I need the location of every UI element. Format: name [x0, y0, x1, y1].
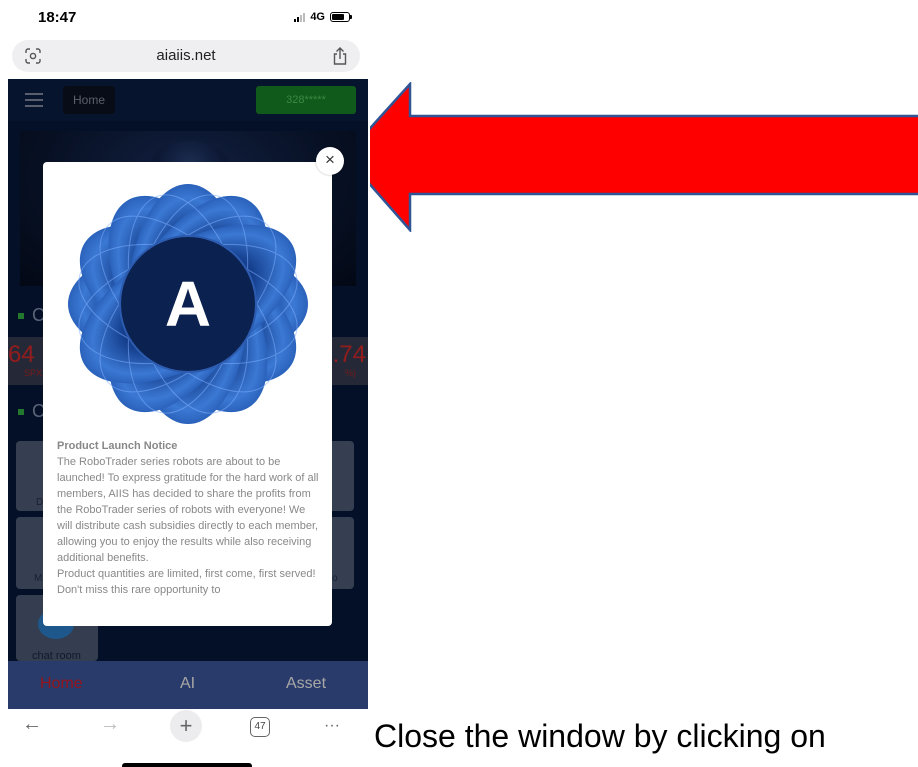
more-icon[interactable]: ··· [324, 717, 340, 735]
modal-body: Product Launch Notice The RoboTrader ser… [57, 438, 319, 598]
signal-icon [294, 12, 306, 22]
browser-toolbar: ← → + 47 ··· [0, 709, 368, 747]
phone-screen: 18:47 4G aiaiis.net Home 328***** C 64 S… [0, 0, 368, 767]
status-bar: 18:47 4G [0, 0, 368, 36]
logo-letter: A [165, 268, 211, 340]
share-icon[interactable] [332, 47, 348, 65]
home-indicator [122, 763, 252, 767]
url-domain[interactable]: aiaiis.net [12, 47, 360, 64]
new-tab-icon[interactable]: + [170, 710, 202, 742]
arrow-shape [370, 82, 918, 232]
forward-icon[interactable]: → [100, 713, 120, 736]
instruction-caption: Close the window by clicking on [374, 718, 826, 754]
modal-close-button[interactable]: × [316, 147, 344, 175]
product-launch-modal: A Product Launch Notice The RoboTrader s… [43, 162, 332, 626]
status-time: 18:47 [38, 9, 77, 26]
network-type: 4G [310, 11, 325, 23]
back-icon[interactable]: ← [22, 713, 42, 736]
tab-count-button[interactable]: 47 [250, 717, 270, 737]
modal-paragraph: The RoboTrader series robots are about t… [57, 456, 319, 564]
modal-paragraph: Product quantities are limited, first co… [57, 568, 316, 596]
aiis-logo-icon: A [68, 184, 308, 424]
status-indicators: 4G [294, 11, 352, 23]
battery-icon [330, 12, 352, 22]
close-icon: × [325, 150, 335, 169]
address-bar[interactable]: aiaiis.net [12, 40, 360, 72]
modal-title: Product Launch Notice [57, 440, 178, 452]
annotation-arrow [370, 82, 918, 232]
